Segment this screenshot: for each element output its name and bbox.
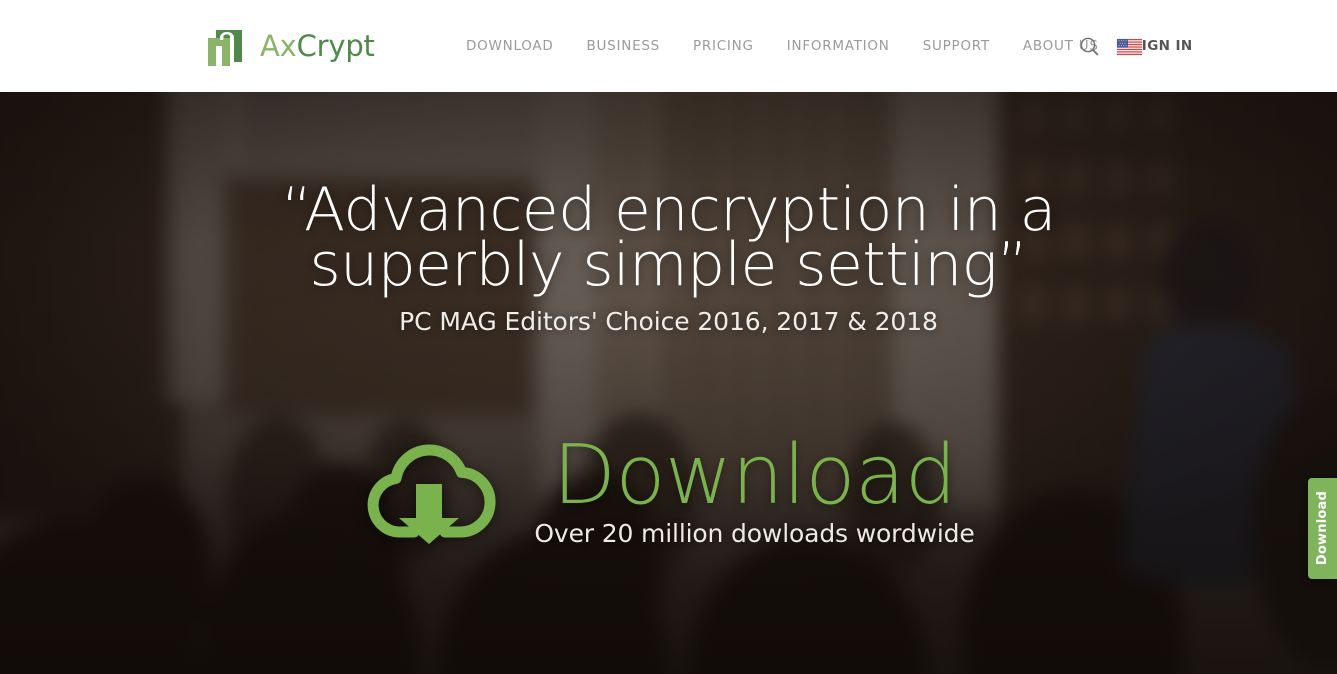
side-download-tab[interactable]: Download: [1308, 478, 1337, 579]
search-icon[interactable]: [1078, 35, 1102, 59]
hero-headline: “Advanced encryption in a superbly simpl…: [281, 175, 1056, 300]
header-inner: AxCrypt DOWNLOAD BUSINESS PRICING INFORM…: [0, 0, 1337, 92]
brand-wordmark: AxCrypt: [260, 28, 375, 63]
cloud-download-icon: [362, 440, 496, 548]
axcrypt-padlock-logo: [204, 24, 246, 68]
hero-subheadline: PC MAG Editors' Choice 2016, 2017 & 2018: [399, 307, 938, 336]
nav-item-information[interactable]: INFORMATION: [787, 36, 890, 56]
download-text-wrap: Download Over 20 million dowloads wordwi…: [534, 434, 974, 549]
site-header: AxCrypt DOWNLOAD BUSINESS PRICING INFORM…: [0, 0, 1337, 92]
brand-wordmark-crypt: Crypt: [296, 28, 375, 63]
hero-section: “Advanced encryption in a superbly simpl…: [0, 92, 1337, 674]
download-cta-inner: Download Over 20 million dowloads wordwi…: [362, 434, 975, 549]
us-flag-icon[interactable]: [1117, 39, 1142, 55]
nav-item-business[interactable]: BUSINESS: [587, 36, 660, 56]
side-download-tab-label: Download: [1315, 491, 1330, 566]
hero-content: “Advanced encryption in a superbly simpl…: [0, 92, 1337, 674]
download-cta[interactable]: Download Over 20 million dowloads wordwi…: [0, 434, 1337, 549]
nav-item-support[interactable]: SUPPORT: [923, 36, 990, 56]
download-tagline: Over 20 million dowloads wordwide: [534, 519, 975, 548]
nav-item-download[interactable]: DOWNLOAD: [466, 36, 554, 56]
nav-item-pricing[interactable]: PRICING: [693, 36, 754, 56]
brand-wordmark-ax: Ax: [260, 28, 297, 63]
download-heading: Download: [552, 428, 957, 523]
brand-logo-link[interactable]: AxCrypt: [204, 24, 375, 68]
